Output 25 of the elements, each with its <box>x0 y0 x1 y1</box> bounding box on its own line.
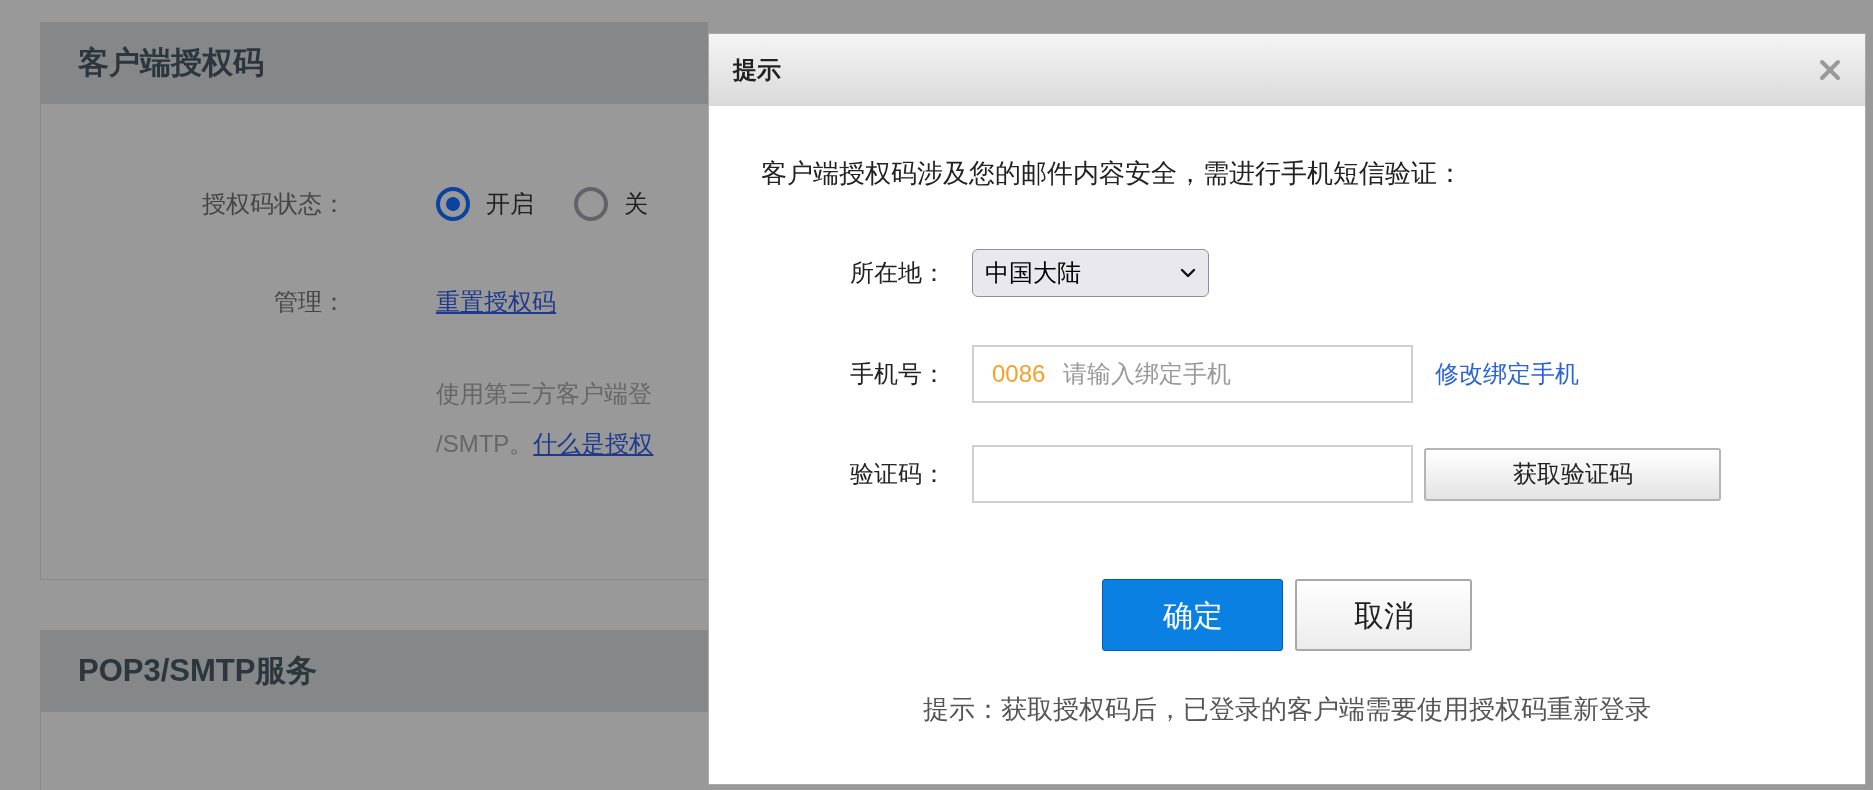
phone-input[interactable]: 请输入绑定手机 <box>1063 356 1393 392</box>
field-label: 管理： <box>274 287 346 317</box>
select-value: 中国大陆 <box>985 258 1081 288</box>
field-label: 所在地： <box>850 258 946 288</box>
chevron-down-icon <box>1180 268 1196 278</box>
radio-option[interactable]: 开启 <box>436 186 534 222</box>
field-label: 手机号： <box>850 359 946 389</box>
field-label: 授权码状态： <box>202 189 346 219</box>
intro-text: 客户端授权码涉及您的邮件内容安全，需进行手机短信验证： <box>761 157 1464 189</box>
change-phone-link[interactable]: 修改绑定手机 <box>1435 356 1579 392</box>
close-icon[interactable] <box>1819 59 1841 81</box>
radio-option[interactable]: 关 <box>574 186 648 222</box>
location-select[interactable]: 中国大陆 <box>972 249 1209 297</box>
cancel-button[interactable]: 取消 <box>1295 579 1472 651</box>
section-title: 客户端授权码 <box>78 43 264 82</box>
confirm-button[interactable]: 确定 <box>1102 579 1283 651</box>
code-field[interactable] <box>972 445 1413 503</box>
field-label: 验证码： <box>850 459 946 489</box>
section-title: POP3/SMTP服务 <box>78 651 318 690</box>
note-text: 提示：获取授权码后，已登录的客户端需要使用授权码重新登录 <box>923 693 1651 725</box>
country-code: 0086 <box>992 359 1046 389</box>
help-link[interactable]: 什么是授权 <box>533 426 654 462</box>
dialog-title: 提示 <box>733 55 781 85</box>
reset-link[interactable]: 重置授权码 <box>436 284 556 320</box>
get-code-button[interactable]: 获取验证码 <box>1424 447 1721 501</box>
